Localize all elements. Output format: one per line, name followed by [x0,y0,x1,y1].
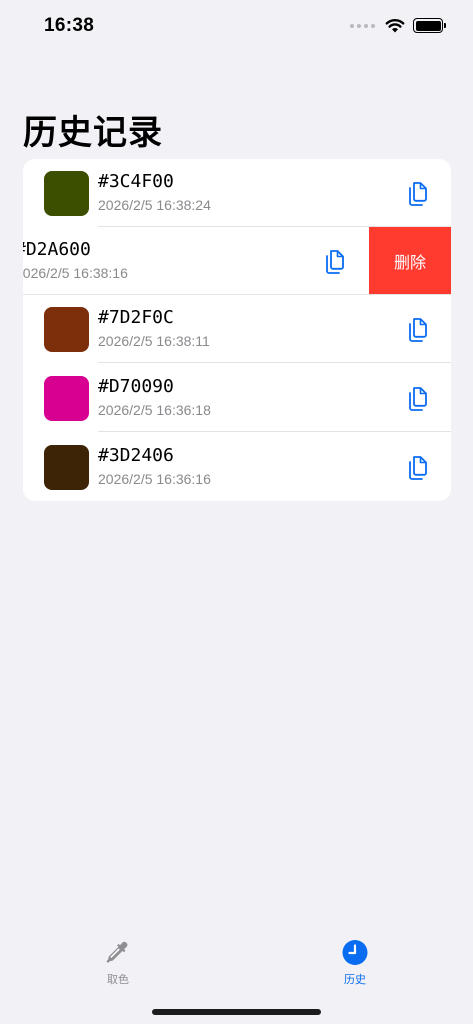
copy-icon[interactable] [403,453,431,483]
battery-icon [413,18,446,33]
color-swatch [44,376,89,421]
copy-icon[interactable] [403,384,431,414]
timestamp: 2026/2/5 16:38:11 [98,333,210,349]
timestamp: 2026/2/5 16:36:16 [98,471,211,487]
home-indicator[interactable] [152,1009,321,1015]
row-divider [98,362,451,363]
status-icons [350,18,446,33]
history-row[interactable]: #3C4F00 2026/2/5 16:38:24 [23,159,451,227]
copy-icon[interactable] [403,315,431,345]
history-row[interactable]: #D70090 2026/2/5 16:36:18 [23,364,451,432]
tab-picker[interactable]: 取色 [78,938,158,987]
row-divider [98,431,451,432]
hex-value: #D2A600 [23,239,91,260]
tab-label: 历史 [344,973,366,986]
eyedropper-icon [106,941,128,963]
hex-value: #D70090 [98,376,174,397]
hex-value: #7D2F0C [98,307,174,328]
page-title: 历史记录 [23,113,163,153]
color-swatch [44,307,89,352]
color-swatch [44,445,89,490]
status-time: 16:38 [44,15,95,36]
tab-label: 取色 [107,973,129,986]
timestamp: 2026/2/5 16:38:24 [98,197,211,213]
copy-icon[interactable] [403,179,431,209]
history-row[interactable]: #D2A600 2026/2/5 16:38:16 删除 [23,227,451,295]
history-row[interactable]: #3D2406 2026/2/5 16:36:16 [23,433,451,501]
tab-history[interactable]: 历史 [315,938,395,987]
clock-icon [342,940,368,965]
screen: 16:38 历史记录 #3C4F00 2026/2/5 16:38:24 D2A… [0,0,473,1024]
hex-value: #3C4F00 [98,171,174,192]
history-list: #3C4F00 2026/2/5 16:38:24 #D2A600 2026/2… [23,159,451,501]
cellular-signal-icon [350,23,375,28]
delete-button[interactable]: 删除 [369,227,451,295]
timestamp: 2026/2/5 16:36:18 [98,402,211,418]
copy-icon[interactable] [320,247,348,277]
wifi-icon [385,19,405,33]
timestamp: 2026/2/5 16:38:16 [23,265,128,281]
color-swatch [44,171,89,216]
hex-value: #3D2406 [98,445,174,466]
history-row[interactable]: #7D2F0C 2026/2/5 16:38:11 [23,295,451,363]
